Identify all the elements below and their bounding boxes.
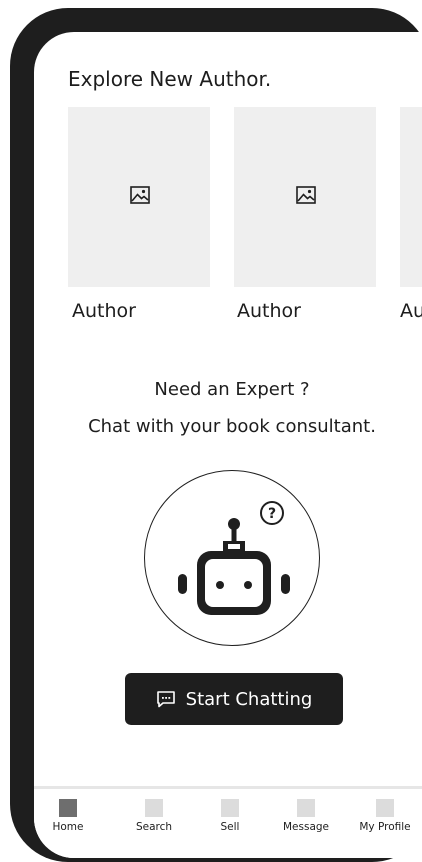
nav-label: Message xyxy=(282,821,330,833)
search-icon xyxy=(145,799,163,817)
sell-icon xyxy=(221,799,239,817)
image-placeholder-icon xyxy=(130,186,150,204)
image-placeholder-icon xyxy=(296,186,316,204)
app-screen: Explore New Author. Author Author Au Nee… xyxy=(34,32,422,858)
message-icon xyxy=(297,799,315,817)
home-icon xyxy=(59,799,77,817)
start-chatting-button[interactable]: Start Chatting xyxy=(125,673,343,725)
nav-label: Search xyxy=(135,821,173,833)
expert-subheading: Chat with your book consultant. xyxy=(88,416,376,437)
nav-item-search[interactable]: Search xyxy=(130,799,178,833)
svg-text:?: ? xyxy=(268,506,276,522)
author-card[interactable] xyxy=(68,107,210,287)
author-name: Au xyxy=(400,300,422,322)
author-card[interactable] xyxy=(400,107,422,287)
author-card[interactable] xyxy=(234,107,376,287)
nav-item-sell[interactable]: Sell xyxy=(212,799,248,833)
start-chatting-label: Start Chatting xyxy=(185,688,313,710)
nav-item-my-profile[interactable]: My Profile xyxy=(352,799,418,833)
nav-item-message[interactable]: Message xyxy=(278,799,334,833)
expert-heading: Need an Expert ? xyxy=(154,379,310,400)
profile-icon xyxy=(376,799,394,817)
section-title: Explore New Author. xyxy=(68,67,272,91)
chat-bubble-icon xyxy=(156,691,175,708)
nav-label: Sell xyxy=(220,821,240,833)
robot-help-icon: ? xyxy=(144,470,320,646)
author-name: Author xyxy=(72,300,136,322)
author-name: Author xyxy=(237,300,301,322)
nav-item-home[interactable]: Home xyxy=(48,799,88,833)
robot-illustration: ? xyxy=(178,501,290,615)
phone-frame: Explore New Author. Author Author Au Nee… xyxy=(10,8,422,862)
bottom-navigation: Home Search Sell Message My Profile xyxy=(34,786,422,858)
nav-label: Home xyxy=(52,821,84,833)
nav-label: My Profile xyxy=(359,821,411,833)
